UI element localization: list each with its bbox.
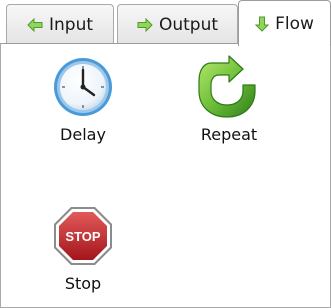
delay-label: Delay [60, 125, 106, 144]
tab-input[interactable]: Input [6, 4, 114, 44]
flow-tab-content: Delay Repeat STOP Stop [0, 43, 331, 308]
tab-output[interactable]: Output [117, 4, 238, 44]
repeat-arrow-icon [198, 55, 256, 118]
toolbox-panel: Input Output Flow Delay Repeat STOP Stop [0, 0, 331, 308]
arrow-down-icon [255, 16, 270, 32]
repeat-label: Repeat [200, 125, 258, 144]
repeat-block[interactable]: Repeat [174, 55, 284, 144]
tab-output-label: Output [158, 14, 219, 35]
tab-input-label: Input [48, 14, 94, 35]
tab-flow-label: Flow [275, 13, 314, 34]
stop-block[interactable]: STOP Stop [28, 204, 138, 293]
tab-bar: Input Output Flow [0, 0, 331, 46]
stop-sign-text: STOP [65, 229, 100, 244]
clock-icon [54, 58, 112, 116]
arrow-right-icon [137, 17, 153, 32]
delay-block[interactable]: Delay [28, 55, 138, 144]
arrow-left-icon [27, 17, 43, 32]
tab-flow[interactable]: Flow [238, 0, 331, 46]
stop-sign-icon: STOP [54, 207, 112, 265]
stop-label: Stop [64, 274, 102, 293]
